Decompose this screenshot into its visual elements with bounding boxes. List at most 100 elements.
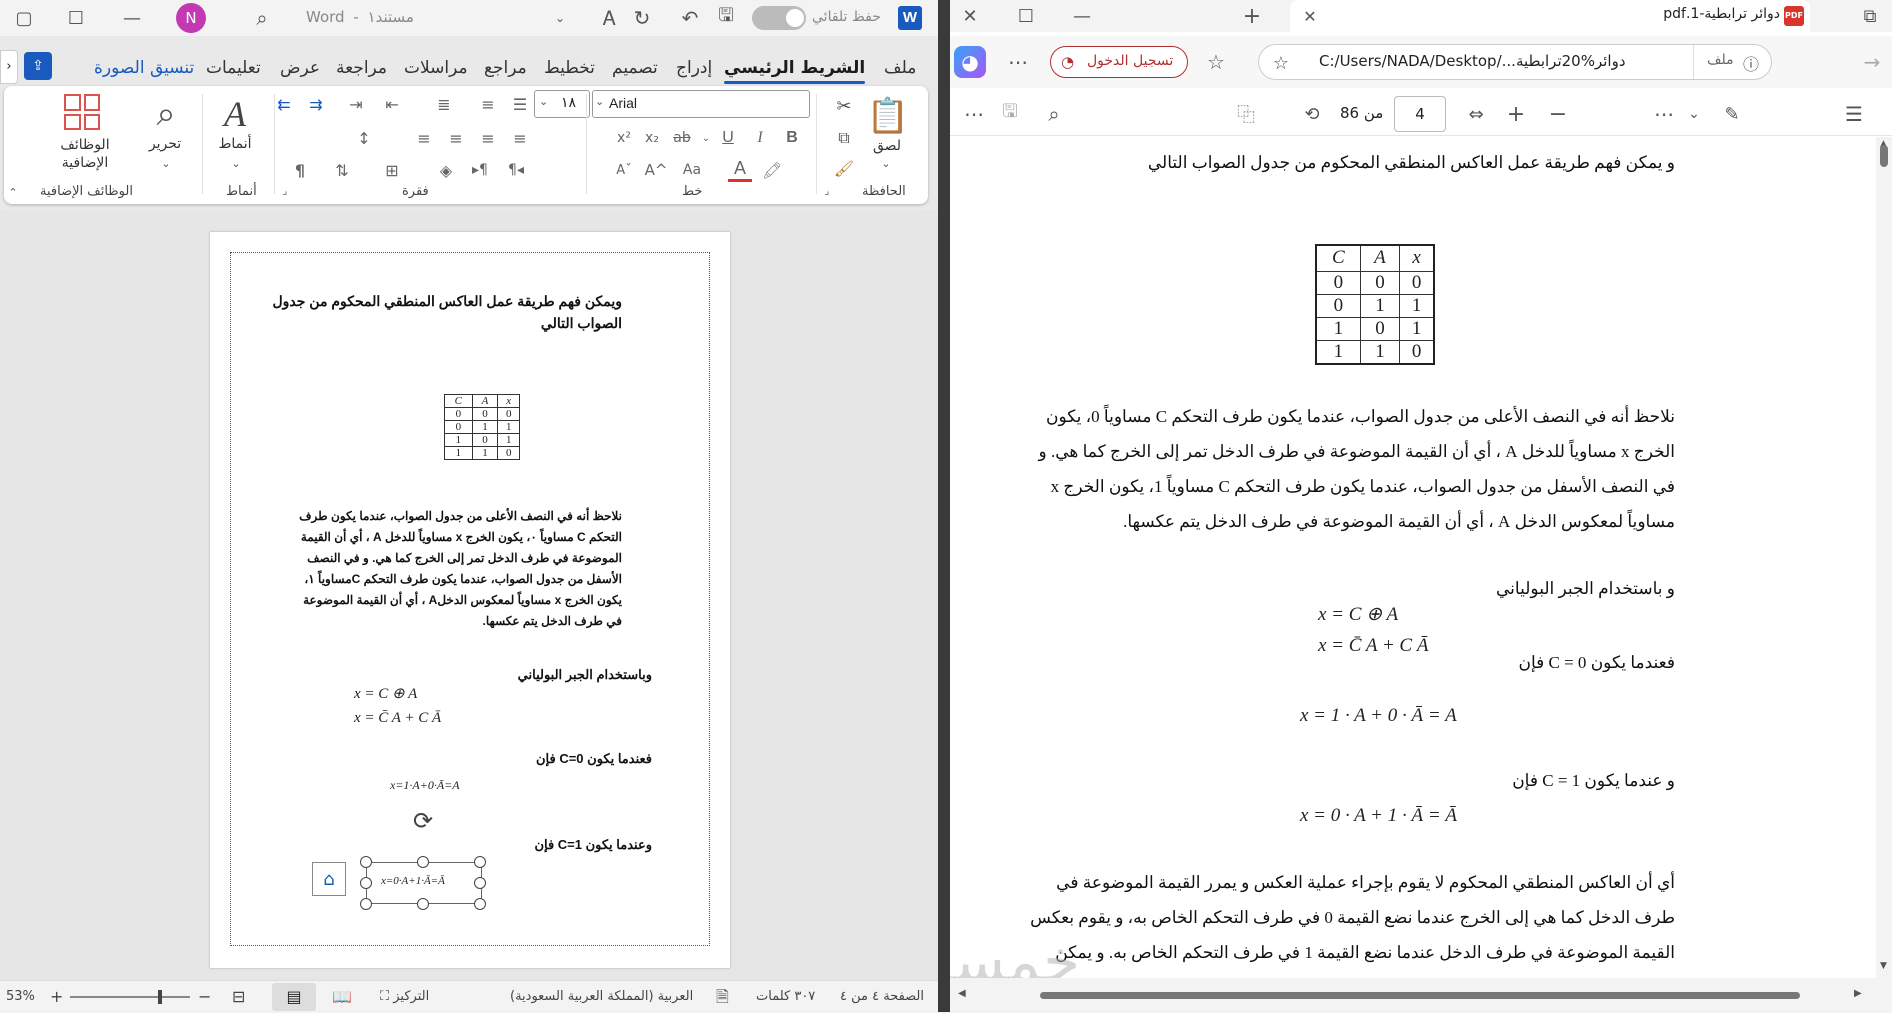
page-indicator[interactable]: الصفحة ٤ من ٤ (840, 981, 924, 1013)
resize-handle[interactable] (474, 856, 486, 868)
pdf-page[interactable]: و يمكن فهم طريقة عمل العاكس المنطقي المح… (950, 137, 1876, 980)
resize-handle[interactable] (417, 898, 429, 910)
dialog-launcher-icon[interactable]: ⌟ (278, 184, 292, 198)
back-icon[interactable]: → (1856, 46, 1888, 78)
rtl-paragraph-icon[interactable]: ¶◂ (504, 158, 528, 182)
highlighter-icon[interactable]: 🖍 (760, 158, 784, 182)
paste-icon[interactable]: 📋 (866, 94, 910, 138)
scroll-down-icon[interactable]: ▼ (1880, 961, 1888, 973)
line-spacing-icon[interactable]: ↕ (352, 126, 376, 150)
resize-handle[interactable] (474, 877, 486, 889)
bullets-icon[interactable]: ☰ (508, 92, 532, 116)
font-size-box[interactable]: ١٨ ⌄ (534, 90, 590, 118)
resize-handle[interactable] (360, 856, 372, 868)
paste-label[interactable]: لصق (862, 138, 912, 154)
avatar[interactable]: N (176, 3, 206, 33)
page-number-input[interactable]: 4 (1394, 96, 1446, 132)
signin-button[interactable]: ◔ تسجيل الدخول (1050, 46, 1188, 78)
tab-review[interactable]: مراجعة (336, 50, 387, 86)
close-icon[interactable]: ✕ (956, 2, 984, 30)
bold-button[interactable]: B (780, 126, 804, 150)
superscript-button[interactable]: x² (612, 126, 636, 150)
styles-label[interactable]: أنماط (210, 136, 260, 152)
tab-home[interactable]: الشريط الرئيسي (724, 50, 866, 86)
more-icon[interactable]: ⋯ (1002, 46, 1034, 78)
scroll-left-icon[interactable]: ◀ (958, 988, 966, 999)
resize-handle[interactable] (360, 898, 372, 910)
word-count[interactable]: ٣٠٧ كلمات (756, 981, 815, 1013)
contents-icon[interactable]: ☰ (1840, 100, 1868, 128)
collapse-ribbon-icon[interactable]: ⌃ (6, 186, 20, 199)
autosave-toggle[interactable] (752, 6, 806, 30)
vertical-scrollbar[interactable]: ▲ ▼ (1876, 137, 1892, 978)
resize-handle[interactable] (417, 856, 429, 868)
doc-paragraph[interactable]: نلاحظ أنه في النصف الأعلى من جدول الصواب… (296, 506, 622, 632)
doc-heading[interactable]: ويمكن فهم طريقة عمل العاكس المنطقي المحك… (270, 290, 622, 334)
chevron-down-icon[interactable]: ⌄ (550, 6, 570, 30)
info-icon[interactable]: ⓘ (1739, 51, 1763, 75)
zoom-in-icon[interactable]: + (50, 981, 63, 1013)
doc-truth-table[interactable]: C A x 000 011 101 110 (444, 394, 520, 460)
zoom-slider[interactable] (70, 996, 190, 998)
cut-icon[interactable]: ✂ (830, 92, 858, 120)
web-layout-icon[interactable]: ⊟ (232, 981, 245, 1013)
highlight-icon[interactable]: ✎ (1718, 100, 1746, 128)
decrease-indent-icon[interactable]: ⇤ (380, 92, 404, 116)
grow-font-icon[interactable]: A^ (644, 158, 668, 182)
ltr-paragraph-icon[interactable]: ▸¶ (468, 158, 492, 182)
favorite-star-icon[interactable]: ☆ (1269, 51, 1293, 75)
chevron-down-icon[interactable]: ⌄ (1680, 100, 1708, 128)
increase-indent-icon[interactable]: ⇥ (344, 92, 368, 116)
rtl-indent-icon[interactable]: ⇉ (304, 92, 328, 116)
minimize-icon[interactable]: — (118, 4, 146, 32)
strikethrough-button[interactable]: ab (670, 126, 694, 150)
dialog-launcher-icon[interactable]: ⌟ (820, 184, 834, 198)
favorites-icon[interactable]: ☆ (1200, 46, 1232, 78)
multilevel-list-icon[interactable]: ≣ (432, 92, 456, 116)
format-painter-icon[interactable]: 🖌 (830, 154, 858, 182)
tab-actions-icon[interactable]: ⧉ (1856, 2, 1884, 30)
paste-dropdown-icon[interactable]: ⌄ (876, 156, 896, 170)
subscript-button[interactable]: x₂ (640, 126, 664, 150)
styles-icon[interactable]: A (212, 92, 258, 136)
resize-handle[interactable] (360, 877, 372, 889)
more-options-icon[interactable]: ⋯ (960, 100, 988, 128)
save-pdf-icon[interactable]: 🖫 (996, 100, 1024, 128)
save-icon[interactable]: 🖫 (712, 4, 740, 32)
borders-icon[interactable]: ⊞ (380, 158, 404, 182)
close-tab-icon[interactable]: ✕ (1296, 2, 1324, 30)
two-page-icon[interactable]: ⿻ (1232, 100, 1260, 128)
numbering-icon[interactable]: ≡ (476, 92, 500, 116)
maximize-icon[interactable]: ☐ (62, 4, 90, 32)
show-marks-button[interactable]: ¶ (288, 158, 312, 182)
resize-handle[interactable] (474, 898, 486, 910)
zoom-percent[interactable]: 53% (6, 981, 35, 1013)
tab-layout[interactable]: تخطيط (544, 50, 595, 86)
editing-dropdown-icon[interactable]: ⌄ (156, 156, 176, 170)
language-status[interactable]: العربية (المملكة العربية السعودية) (510, 981, 693, 1013)
redo-icon[interactable]: ↻ (628, 4, 656, 32)
undo-icon[interactable]: ↶ (676, 4, 704, 32)
read-mode-icon[interactable]: 📖 (332, 981, 352, 1013)
copilot-icon[interactable]: ◕ (954, 46, 986, 78)
tab-view[interactable]: عرض (280, 50, 320, 86)
fit-width-icon[interactable]: ⇔ (1462, 100, 1490, 128)
tab-design[interactable]: تصميم (612, 50, 658, 86)
tab-file[interactable]: ملف (884, 50, 916, 86)
shrink-font-icon[interactable]: Aˇ (612, 158, 636, 182)
zoom-out-icon[interactable]: − (1544, 100, 1572, 128)
font-dropdown-icon[interactable]: ⌄ (595, 95, 604, 108)
scroll-right-icon[interactable]: ▶ (1854, 988, 1862, 999)
addins-label[interactable]: الوظائف الإضافية (44, 136, 126, 172)
addins-icon[interactable] (64, 94, 100, 130)
rotate-icon[interactable]: ⟲ (1298, 100, 1326, 128)
window-divider[interactable] (938, 0, 950, 1012)
editing-label[interactable]: تحرير (140, 136, 190, 152)
ltr-indent-icon[interactable]: ⇇ (272, 92, 296, 116)
doc-when-c1[interactable]: وعندما يكون C=1 فإن (420, 834, 652, 856)
align-center-icon[interactable]: ≡ (476, 126, 500, 150)
horizontal-scrollbar[interactable]: ◀ ▶ (950, 978, 1892, 1012)
doc-equation-1[interactable]: x = C ⊕ A (354, 684, 417, 703)
font-size-dropdown-icon[interactable]: ⌄ (539, 95, 548, 108)
url-bar[interactable]: ☆ C:/Users/NADA/Desktop/...دوائر%20ترابط… (1258, 44, 1772, 80)
